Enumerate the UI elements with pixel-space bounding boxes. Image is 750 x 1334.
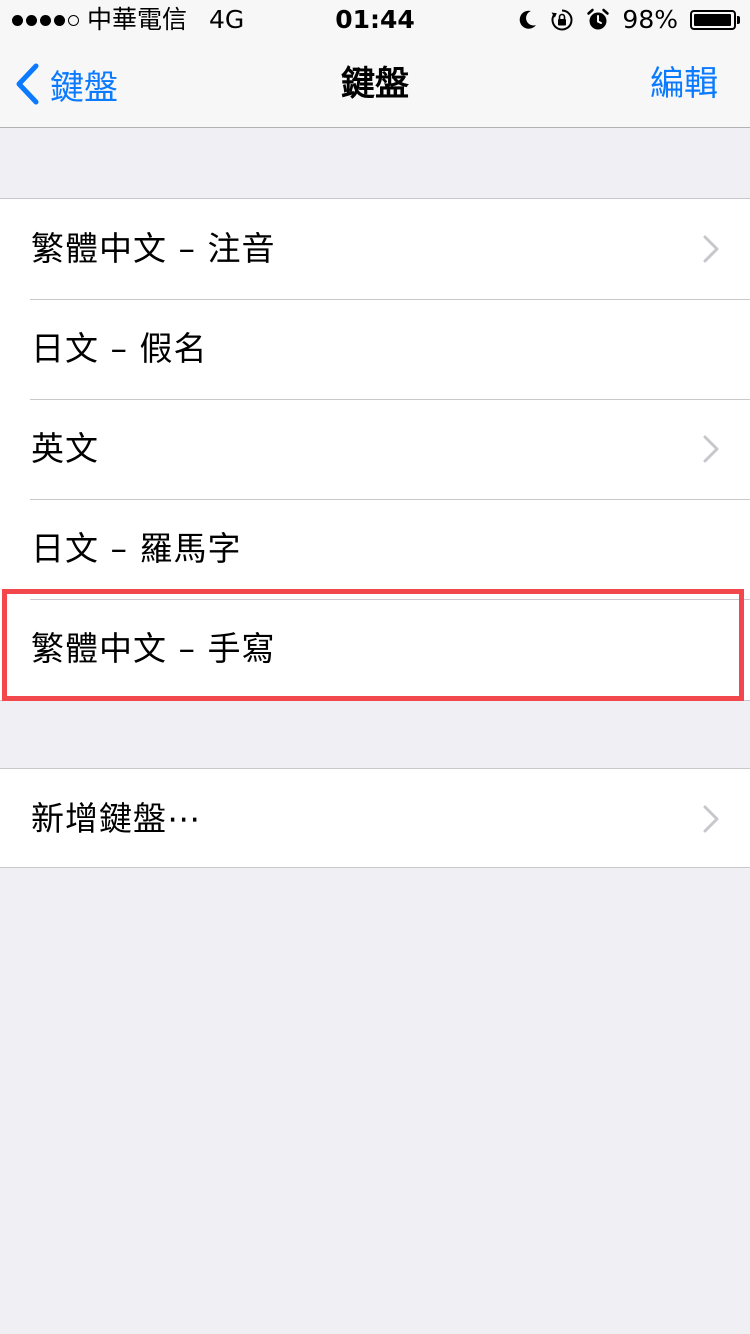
keyboard-row-label: 日文 – 假名 (31, 329, 208, 368)
chevron-right-icon (703, 805, 719, 833)
keyboard-row-japanese-romaji[interactable]: 日文 – 羅馬字 (0, 499, 750, 599)
battery-fill (694, 14, 732, 26)
chevron-right-icon (703, 435, 719, 463)
keyboard-row-handwriting[interactable]: 繁體中文 – 手寫 (0, 599, 750, 699)
battery-percentage: 98% (622, 5, 678, 34)
rotation-lock-icon (550, 8, 574, 32)
moon-icon (518, 9, 538, 31)
status-bar: 中華電信 4G 01:44 98% (0, 0, 750, 40)
add-keyboard-group: 新增鍵盤⋯ (0, 768, 750, 868)
status-right: 98% (518, 0, 740, 40)
alarm-icon (586, 8, 610, 32)
page-title: 鍵盤 (341, 64, 409, 104)
add-keyboard-button[interactable]: 新增鍵盤⋯ (0, 769, 750, 869)
chevron-right-icon (703, 235, 719, 263)
keyboard-row-label: 繁體中文 – 注音 (31, 229, 276, 268)
keyboard-row-label: 英文 (31, 429, 99, 468)
add-keyboard-label: 新增鍵盤⋯ (31, 799, 201, 838)
keyboard-list: 繁體中文 – 注音 日文 – 假名 英文 日文 – 羅馬字 繁體中文 – 手寫 (0, 198, 750, 701)
navigation-bar: 鍵盤 鍵盤 編輯 (0, 40, 750, 128)
edit-button[interactable]: 編輯 (650, 40, 718, 128)
keyboard-row-japanese-kana[interactable]: 日文 – 假名 (0, 299, 750, 399)
keyboard-row-label: 繁體中文 – 手寫 (31, 629, 276, 668)
keyboard-row-label: 日文 – 羅馬字 (31, 529, 242, 568)
keyboard-row-english[interactable]: 英文 (0, 399, 750, 499)
battery-icon (690, 10, 740, 30)
keyboard-row-zhuyin[interactable]: 繁體中文 – 注音 (0, 199, 750, 299)
